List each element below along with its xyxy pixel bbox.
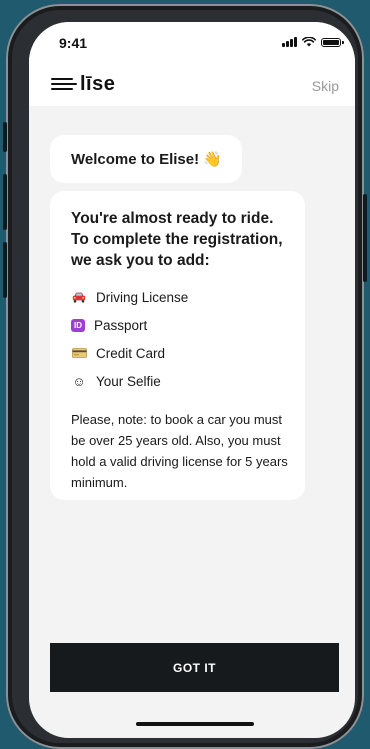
elise-logo: līse <box>51 72 115 96</box>
list-item: Credit Card <box>71 339 295 367</box>
home-indicator[interactable] <box>136 722 254 726</box>
list-item-label: Passport <box>94 317 148 333</box>
volume-down-button <box>3 242 7 298</box>
power-button <box>363 194 367 282</box>
list-item: ID Passport <box>71 311 295 339</box>
screen: 9:41 līse Skip Welcome to Elise! 👋 You'r… <box>29 22 355 738</box>
app-header: līse Skip <box>29 66 355 106</box>
wifi-icon <box>302 37 316 47</box>
registration-message-bubble: You're almost ready to ride. To complete… <box>50 191 305 500</box>
list-item-label: Credit Card <box>96 345 166 361</box>
skip-button[interactable]: Skip <box>312 78 339 94</box>
id-badge-text: ID <box>74 320 82 330</box>
battery-icon <box>321 37 344 47</box>
registration-intro: You're almost ready to ride. To complete… <box>71 210 283 269</box>
smiley-icon: ☺ <box>71 373 87 389</box>
status-bar: 9:41 <box>29 22 355 66</box>
list-item-label: Driving License <box>96 289 189 305</box>
cellular-signal-icon <box>282 37 297 47</box>
welcome-message: Welcome to Elise! 👋 <box>71 151 222 168</box>
age-requirement-note: Please, note: to book a car you must be … <box>71 412 288 490</box>
list-item: Driving License <box>71 283 295 311</box>
mute-switch <box>3 122 7 152</box>
id-icon: ID <box>71 318 85 332</box>
welcome-message-bubble: Welcome to Elise! 👋 <box>50 135 242 183</box>
phone-frame: 9:41 līse Skip Welcome to Elise! 👋 You'r… <box>3 4 367 749</box>
logo-text: līse <box>80 72 116 95</box>
status-icons <box>282 37 344 47</box>
car-icon <box>71 290 87 304</box>
volume-up-button <box>3 174 7 230</box>
credit-card-icon <box>71 346 87 360</box>
logo-speed-lines <box>51 78 77 90</box>
got-it-button[interactable]: GOT IT <box>50 643 339 692</box>
smiley-glyph: ☺ <box>72 373 86 389</box>
status-time: 9:41 <box>59 35 88 51</box>
list-item-label: Your Selfie <box>96 373 161 389</box>
requirements-list: Driving License ID Passport Credit Card … <box>71 283 295 395</box>
list-item: ☺ Your Selfie <box>71 367 295 395</box>
